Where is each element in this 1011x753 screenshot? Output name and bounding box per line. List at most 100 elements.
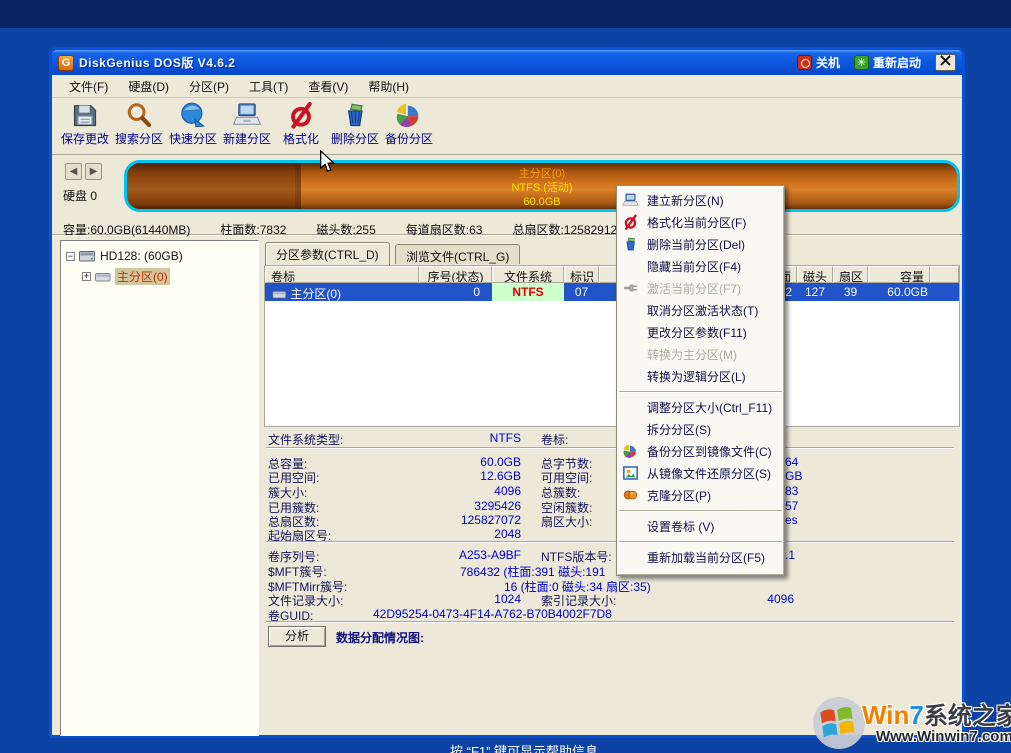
save-icon xyxy=(70,101,100,129)
disk-capacity: 容量:60.0GB(61440MB) xyxy=(63,221,190,238)
close-button[interactable] xyxy=(935,54,956,71)
table-row[interactable]: 主分区(0) 0 NTFS 07 32 127 39 60.0GB xyxy=(265,283,959,301)
tree-disk-label: HD128: (60GB) xyxy=(100,249,183,263)
delete-partition-icon xyxy=(622,236,639,252)
partition-context-menu: 建立新分区(N) 格式化当前分区(F) 删除当前分区(Del) 隐藏当前分区(F… xyxy=(616,185,785,576)
new-partition-button[interactable]: 新建分区 xyxy=(220,101,274,153)
menu-item-reload-partition[interactable]: 重新加载当前分区(F5) xyxy=(617,546,784,568)
disk-sectors-per-track: 每道扇区数:63 xyxy=(406,221,483,238)
menu-help[interactable]: 帮助(H) xyxy=(359,75,418,98)
menu-disk[interactable]: 硬盘(D) xyxy=(119,75,178,98)
field-value: 42D95254-0473-4F14-A762-B70B4002F7D8 xyxy=(373,607,612,621)
field-value: 125827072 xyxy=(384,513,521,527)
row-index: 0 xyxy=(419,283,485,301)
quick-partition-icon xyxy=(178,101,208,129)
menu-item-hide-partition[interactable]: 隐藏当前分区(F4) xyxy=(617,255,784,277)
delete-partition-button[interactable]: 删除分区 xyxy=(328,101,382,153)
col-index-status[interactable]: 序号(状态) xyxy=(419,266,492,283)
quick-partition-button[interactable]: 快速分区 xyxy=(166,101,220,153)
menu-item-format-partition[interactable]: 格式化当前分区(F) xyxy=(617,211,784,233)
analyze-button[interactable]: 分析 xyxy=(268,626,326,647)
save-changes-button[interactable]: 保存更改 xyxy=(58,101,112,153)
col-volume-label[interactable]: 卷标 xyxy=(265,266,419,283)
menu-item-new-partition[interactable]: 建立新分区(N) xyxy=(617,189,784,211)
menu-item-cancel-activation[interactable]: 取消分区激活状态(T) xyxy=(617,299,784,321)
disk-total-sectors: 总扇区数:125829120 xyxy=(512,221,623,238)
tree-item-disk[interactable]: − HD128: (60GB) xyxy=(66,249,183,263)
divider xyxy=(266,541,954,543)
prev-disk-button[interactable]: ◀ xyxy=(65,163,82,180)
restart-button[interactable]: ✳ 重新启动 xyxy=(854,54,921,71)
menu-partition[interactable]: 分区(P) xyxy=(180,75,238,98)
menu-item-split-partition[interactable]: 拆分分区(S) xyxy=(617,418,784,440)
field-value: 1024 xyxy=(384,592,521,606)
menu-bar: 文件(F) 硬盘(D) 分区(P) 工具(T) 查看(V) 帮助(H) xyxy=(52,75,962,98)
field-value-partial: .1 xyxy=(785,548,795,562)
disk-info-line: 容量:60.0GB(61440MB) 柱面数:7832 磁头数:255 每道扇区… xyxy=(63,221,624,238)
divider xyxy=(266,621,954,623)
backup-partition-icon xyxy=(394,101,424,129)
menu-item-set-volume-label[interactable]: 设置卷标 (V) xyxy=(617,515,784,537)
menu-item-delete-partition[interactable]: 删除当前分区(Del) xyxy=(617,233,784,255)
menu-separator xyxy=(617,537,784,546)
new-partition-icon xyxy=(622,192,639,208)
row-capacity: 60.0GB xyxy=(868,283,930,301)
disk-icon xyxy=(79,250,96,262)
shutdown-button[interactable]: 关机 xyxy=(797,54,840,71)
field-value: 4096 xyxy=(744,592,794,606)
format-icon xyxy=(286,101,316,129)
toolbar-label: 搜索分区 xyxy=(115,130,163,147)
menu-item-resize-partition[interactable]: 调整分区大小(Ctrl_F11) xyxy=(617,396,784,418)
menu-item-restore-from-image[interactable]: 从镜像文件还原分区(S) xyxy=(617,462,784,484)
tab-partition-params[interactable]: 分区参数(CTRL_D) xyxy=(265,242,390,265)
menu-item-activate-partition: 激活当前分区(F7) xyxy=(617,277,784,299)
restart-icon: ✳ xyxy=(854,55,869,70)
expand-icon[interactable]: + xyxy=(82,272,91,281)
diskgenius-window: G DiskGenius DOS版 V4.6.2 关机 ✳ 重新启动 文件(F)… xyxy=(49,47,965,738)
next-disk-button[interactable]: ▶ xyxy=(85,163,102,180)
menu-item-clone-partition[interactable]: 克隆分区(P) xyxy=(617,484,784,506)
search-icon xyxy=(124,101,154,129)
field-value: A253-A9BF xyxy=(384,548,521,562)
toolbar-label: 新建分区 xyxy=(223,130,271,147)
menu-view[interactable]: 查看(V) xyxy=(299,75,357,98)
col-filesystem[interactable]: 文件系统 xyxy=(492,266,564,283)
row-filesystem: NTFS xyxy=(492,283,564,301)
menu-file[interactable]: 文件(F) xyxy=(60,75,117,98)
search-partition-button[interactable]: 搜索分区 xyxy=(112,101,166,153)
field-value-partial: es xyxy=(785,513,798,527)
field-value-partial: GB xyxy=(785,469,802,483)
toolbar-label: 快速分区 xyxy=(169,130,217,147)
menu-item-change-params[interactable]: 更改分区参数(F11) xyxy=(617,321,784,343)
menu-separator xyxy=(617,506,784,515)
field-label: 文件系统类型: xyxy=(268,431,343,448)
format-button[interactable]: 格式化 xyxy=(274,101,328,153)
tab-browse-files[interactable]: 浏览文件(CTRL_G) xyxy=(395,244,520,264)
collapse-icon[interactable]: − xyxy=(66,252,75,261)
tree-item-partition[interactable]: + 主分区(0) xyxy=(82,268,170,285)
col-capacity[interactable]: 容量 xyxy=(868,266,930,283)
watermark-url: Www.Winwin7.com xyxy=(876,728,1011,745)
row-id: 07 xyxy=(564,283,599,301)
partition-table: 卷标 序号(状态) 文件系统 标识 面 磁头 扇区 容量 主分区(0) 0 NT… xyxy=(264,265,960,427)
disk-cylinders: 柱面数:7832 xyxy=(220,221,286,238)
restore-image-icon xyxy=(622,465,639,481)
col-extra xyxy=(930,266,959,283)
backup-partition-button[interactable]: 备份分区 xyxy=(382,101,436,153)
divider xyxy=(266,447,954,449)
clone-icon xyxy=(622,487,639,503)
shutdown-label: 关机 xyxy=(816,54,840,71)
menu-item-convert-logical[interactable]: 转换为逻辑分区(L) xyxy=(617,365,784,387)
col-id[interactable]: 标识 xyxy=(564,266,599,283)
field-value: 12.6GB xyxy=(384,469,521,483)
col-sector[interactable]: 扇区 xyxy=(833,266,868,283)
partition-bar-size: 60.0GB xyxy=(127,196,957,209)
restart-label: 重新启动 xyxy=(873,54,921,71)
field-value-partial: 83 xyxy=(785,484,798,498)
menu-tools[interactable]: 工具(T) xyxy=(240,75,297,98)
col-head[interactable]: 磁头 xyxy=(797,266,833,283)
menu-item-backup-to-image[interactable]: 备份分区到镜像文件(C) xyxy=(617,440,784,462)
shutdown-icon xyxy=(797,55,812,70)
field-value: NTFS xyxy=(384,431,521,445)
partition-bar[interactable]: 主分区(0) NTFS (活动) 60.0GB xyxy=(124,160,960,212)
